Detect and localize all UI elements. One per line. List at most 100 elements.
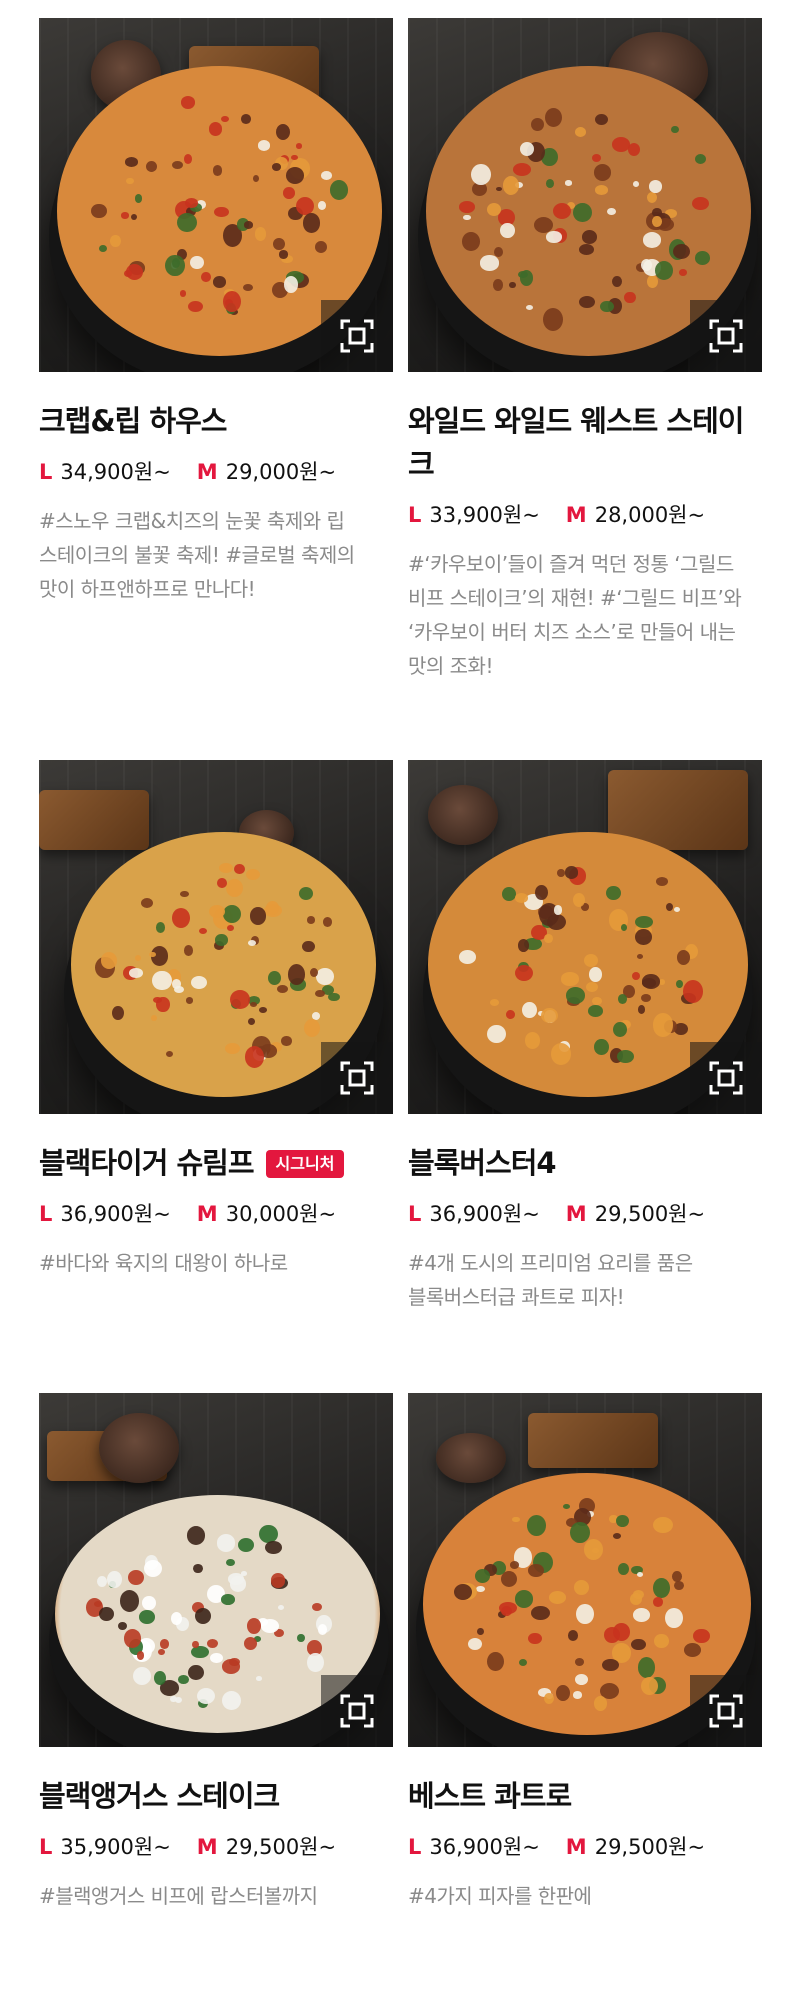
topping xyxy=(221,1594,235,1605)
topping xyxy=(606,207,616,215)
product-title[interactable]: 크랩&립 하우스 xyxy=(39,400,227,443)
topping xyxy=(694,153,706,164)
topping xyxy=(227,1573,244,1585)
topping xyxy=(525,304,534,310)
price-large: L 36,900원~ xyxy=(408,1199,540,1229)
topping xyxy=(477,1627,485,1635)
topping xyxy=(564,180,572,186)
zoom-icon xyxy=(340,319,374,353)
topping xyxy=(502,176,519,195)
topping xyxy=(129,967,143,978)
topping xyxy=(186,997,194,1004)
topping xyxy=(217,877,227,888)
topping xyxy=(282,187,295,199)
topping xyxy=(584,954,599,967)
topping xyxy=(637,1656,656,1678)
pizza-image[interactable] xyxy=(39,18,393,372)
topping xyxy=(531,117,545,131)
side-board xyxy=(39,790,149,850)
size-label-large: L xyxy=(408,1202,422,1226)
size-label-medium: M xyxy=(565,1835,587,1859)
topping xyxy=(546,231,562,243)
size-label-medium: M xyxy=(196,1202,218,1226)
topping xyxy=(250,1001,258,1007)
topping xyxy=(316,968,334,985)
topping xyxy=(212,165,223,176)
topping xyxy=(237,1537,254,1552)
topping xyxy=(171,160,183,169)
topping xyxy=(199,927,208,934)
topping xyxy=(665,1608,683,1629)
topping xyxy=(534,885,548,901)
topping xyxy=(646,191,658,203)
pizza-image[interactable] xyxy=(408,18,762,372)
topping xyxy=(545,108,562,128)
topping xyxy=(612,1532,621,1539)
price-large: L 35,900원~ xyxy=(39,1832,171,1862)
price-large: L 33,900원~ xyxy=(408,500,540,530)
topping xyxy=(302,213,321,233)
price-large-amount: 36,900원~ xyxy=(429,1202,540,1226)
product-card-5[interactable]: 블랙앵거스 스테이크 L 35,900원~ M 29,500원~ #블랙앵거스 비프… xyxy=(39,1393,393,1993)
topping xyxy=(674,1580,684,1590)
product-title[interactable]: 블랙앵거스 스테이크 xyxy=(39,1775,280,1818)
topping xyxy=(252,175,259,182)
zoom-button[interactable] xyxy=(321,300,393,372)
pizza-image[interactable] xyxy=(39,760,393,1114)
side-board xyxy=(528,1413,658,1468)
topping xyxy=(286,167,305,184)
topping xyxy=(499,1602,517,1615)
topping xyxy=(636,953,644,959)
topping xyxy=(512,1516,520,1523)
zoom-icon xyxy=(340,1061,374,1095)
price-medium-amount: 28,000원~ xyxy=(594,503,706,527)
topping xyxy=(223,904,242,923)
side-dish xyxy=(428,785,498,845)
topping xyxy=(512,162,532,176)
topping xyxy=(683,1642,702,1658)
zoom-button[interactable] xyxy=(690,1042,762,1114)
side-dish xyxy=(436,1433,506,1483)
price-medium: M 30,000원~ xyxy=(197,1199,336,1229)
topping xyxy=(548,1591,566,1604)
zoom-button[interactable] xyxy=(321,1675,393,1747)
topping xyxy=(564,866,579,879)
product-title[interactable]: 블록버스터4 xyxy=(408,1142,557,1185)
pizza-image[interactable] xyxy=(408,760,762,1114)
zoom-button[interactable] xyxy=(690,300,762,372)
topping xyxy=(177,212,197,232)
topping xyxy=(139,1610,155,1624)
topping xyxy=(544,933,553,943)
topping xyxy=(254,227,266,241)
product-title-row: 베스트 콰트로 xyxy=(408,1775,762,1818)
pizza-image[interactable] xyxy=(39,1393,393,1747)
product-card-2[interactable]: 와일드 와일드 웨스트 스테이크 L 33,900원~ M 28,000원~ #‘카… xyxy=(408,18,762,760)
topping xyxy=(573,202,593,222)
topping xyxy=(588,1005,603,1017)
size-label-large: L xyxy=(39,460,53,484)
topping xyxy=(563,1503,571,1509)
product-card-3[interactable]: 블랙타이거 슈림프 시그니처 L 36,900원~ M 30,000원~ #바다와 … xyxy=(39,760,393,1393)
zoom-button[interactable] xyxy=(321,1042,393,1114)
topping xyxy=(593,164,612,181)
product-card-1[interactable]: 크랩&립 하우스 L 34,900원~ M 29,000원~ #스노우 크랩&치즈의… xyxy=(39,18,393,760)
signature-badge: 시그니처 xyxy=(265,1149,345,1178)
zoom-button[interactable] xyxy=(690,1675,762,1747)
product-card-4[interactable]: 블록버스터4 L 36,900원~ M 29,500원~ #4개 도시의 프리미엄 … xyxy=(408,760,762,1393)
product-title-row: 블록버스터4 xyxy=(408,1142,762,1185)
topping xyxy=(556,868,565,877)
product-description: #스노우 크랩&치즈의 눈꽃 축제와 립 스테이크의 불꽃 축제! #글로벌 축… xyxy=(39,509,355,601)
product-title[interactable]: 베스트 콰트로 xyxy=(408,1775,572,1818)
product-card-6[interactable]: 베스트 콰트로 L 36,900원~ M 29,500원~ #4가지 피자를 한판에 xyxy=(408,1393,762,1993)
topping xyxy=(208,122,223,136)
topping xyxy=(612,1021,627,1038)
product-title[interactable]: 블랙타이거 슈림프 xyxy=(39,1142,255,1185)
topping xyxy=(258,140,271,151)
side-dish xyxy=(99,1413,179,1483)
topping xyxy=(124,157,138,167)
pizza-image[interactable] xyxy=(408,1393,762,1747)
topping xyxy=(581,230,597,244)
product-title[interactable]: 와일드 와일드 웨스트 스테이크 xyxy=(408,400,762,486)
topping xyxy=(314,240,328,254)
price-row: L 34,900원~ M 29,000원~ xyxy=(39,457,393,487)
